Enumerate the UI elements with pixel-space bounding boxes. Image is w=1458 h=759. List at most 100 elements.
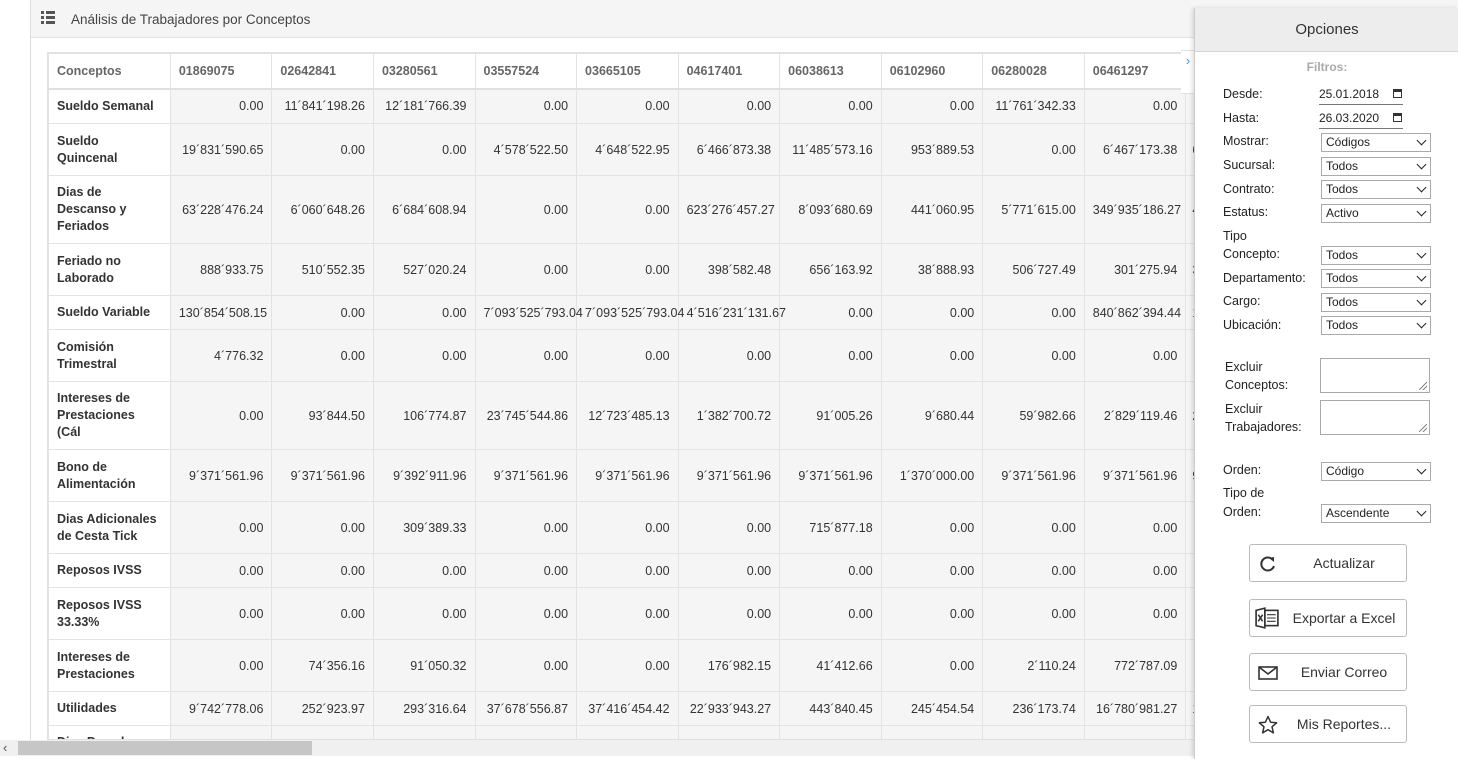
column-header-worker[interactable]: 04617401 (677, 53, 781, 90)
column-header-worker[interactable]: 02642841 (271, 53, 374, 90)
value-cell: 23´745´544.86 (474, 381, 578, 450)
excel-icon (1255, 607, 1279, 629)
value-cell: 840´862´394.44 (1083, 295, 1187, 330)
concept-cell: Dias Adicionales de Cesta Tick (48, 501, 171, 554)
value-cell (677, 725, 781, 739)
excluir-trabajadores-textarea[interactable] (1320, 400, 1430, 435)
excluir-conceptos-label-line1: Excluir (1225, 360, 1263, 374)
chevron-down-icon (1416, 464, 1427, 475)
value-cell: 0.00 (474, 88, 578, 124)
chevron-down-icon (1416, 206, 1427, 217)
enviar-correo-button[interactable]: Enviar Correo (1249, 653, 1407, 691)
scrollbar-thumb[interactable] (18, 741, 312, 755)
hasta-date-field[interactable]: 26.03.2020 (1319, 109, 1403, 129)
list-icon[interactable] (41, 11, 55, 25)
value-cell: 19´831´590.65 (169, 123, 273, 176)
value-cell: 0.00 (982, 553, 1085, 588)
value-cell: 9´371´561.96 (677, 449, 781, 502)
concept-cell: Dias de Descanso y Feriados (48, 175, 171, 244)
sucursal-value: Todos (1326, 159, 1359, 173)
chevron-down-icon (1416, 506, 1427, 517)
value-cell: 236´173.74 (982, 691, 1085, 726)
value-cell: 0.00 (1083, 587, 1187, 640)
value-cell: 0.00 (880, 88, 984, 124)
tipo-orden-select[interactable]: Ascendente (1321, 504, 1431, 523)
value-cell: 0.00 (271, 295, 374, 330)
concept-cell: Intereses de Prestaciones (48, 639, 171, 692)
ubicacion-select[interactable]: Todos (1321, 316, 1431, 335)
column-header-worker[interactable]: 03557524 (474, 53, 578, 90)
ubicacion-label: Ubicación: (1223, 318, 1282, 332)
column-header-worker[interactable]: 06102960 (880, 53, 984, 90)
chevron-left-icon[interactable]: ‹ (3, 740, 7, 756)
column-header-worker[interactable]: 06280028 (982, 53, 1085, 90)
value-cell: 506´727.49 (982, 243, 1085, 296)
mostrar-value: Códigos (1326, 135, 1371, 149)
star-icon (1258, 715, 1278, 734)
exportar-excel-button[interactable]: Exportar a Excel (1249, 599, 1407, 637)
column-header-worker[interactable]: 03280561 (372, 53, 476, 90)
table-row: Utilidades 9´742´778.06 252´923.97 293´316.… (48, 691, 1196, 726)
value-cell: 0.00 (677, 553, 781, 588)
cargo-select[interactable]: Todos (1321, 293, 1431, 312)
actualizar-button[interactable]: Actualizar (1249, 544, 1407, 582)
table-row: Intereses de Prestaciones (Cál 0.00 93´844… (48, 381, 1196, 450)
value-cell: 0.00 (880, 295, 984, 330)
column-header-worker[interactable]: 01869075 (169, 53, 273, 90)
value-cell (271, 725, 374, 739)
value-cell: 309´389.33 (372, 501, 476, 554)
tipo-concepto-select[interactable]: Todos (1321, 246, 1431, 265)
horizontal-scrollbar[interactable]: ‹ (0, 740, 1195, 756)
excluir-conceptos-textarea[interactable] (1320, 358, 1430, 393)
column-header-concepts[interactable]: Conceptos (48, 53, 171, 90)
value-cell: 4´578´522.50 (474, 123, 578, 176)
calendar-icon[interactable] (1393, 113, 1402, 122)
cargo-value: Todos (1326, 295, 1359, 309)
value-cell: 16´780´981.27 (1083, 691, 1187, 726)
value-cell: 0.00 (372, 123, 476, 176)
departamento-label: Departamento: (1223, 271, 1306, 285)
value-cell: 22´933´943.27 (677, 691, 781, 726)
mostrar-select[interactable]: Códigos (1321, 133, 1431, 152)
orden-select[interactable]: Código (1321, 462, 1431, 481)
column-header-worker[interactable]: 06038613 (779, 53, 882, 90)
concept-cell: Sueldo Semanal (48, 88, 171, 124)
value-cell: 11´841´198.26 (271, 88, 374, 124)
tipo-concepto-label-line1: Tipo (1223, 229, 1247, 243)
value-cell: 12´723´485.13 (576, 381, 679, 450)
calendar-icon[interactable] (1393, 89, 1402, 98)
mis-reportes-button[interactable]: Mis Reportes... (1249, 705, 1407, 743)
column-header-worker[interactable]: 03665105 (576, 53, 679, 90)
sucursal-select[interactable]: Todos (1321, 157, 1431, 176)
value-cell: 0.00 (169, 501, 273, 554)
value-cell: 245´454.54 (880, 691, 984, 726)
value-cell: 0.00 (169, 639, 273, 692)
desde-date-field[interactable]: 25.01.2018 (1319, 85, 1403, 105)
value-cell: 0.00 (372, 553, 476, 588)
value-cell: 0.00 (677, 88, 781, 124)
value-cell: 0.00 (372, 329, 476, 382)
column-header-worker[interactable]: 06461297 (1083, 53, 1187, 90)
estatus-select[interactable]: Activo (1321, 204, 1431, 223)
value-cell: 0.00 (169, 587, 273, 640)
value-cell: 0.00 (271, 501, 374, 554)
value-cell: 0.00 (169, 88, 273, 124)
excluir-conceptos-label-line2: Conceptos: (1225, 378, 1289, 392)
sucursal-label: Sucursal: (1223, 158, 1276, 172)
estatus-label: Estatus: (1223, 205, 1269, 219)
chevron-down-icon (1416, 182, 1427, 193)
value-cell: 0.00 (779, 553, 882, 588)
concept-cell: Bono de Alimentación (48, 449, 171, 502)
chevron-down-icon (1416, 271, 1427, 282)
value-cell: 0.00 (474, 501, 578, 554)
hasta-label: Hasta: (1223, 111, 1260, 125)
departamento-select[interactable]: Todos (1321, 269, 1431, 288)
ubicacion-value: Todos (1326, 318, 1359, 332)
value-cell: 623´276´457.27 (677, 175, 781, 244)
contrato-select[interactable]: Todos (1321, 180, 1431, 199)
value-cell: 0.00 (474, 587, 578, 640)
value-cell: 106´774.87 (372, 381, 476, 450)
contrato-label: Contrato: (1223, 182, 1275, 196)
table-row: Bono de Alimentación 9´371´561.96 9´371´56… (48, 449, 1196, 502)
concept-cell: Utilidades (48, 691, 171, 726)
